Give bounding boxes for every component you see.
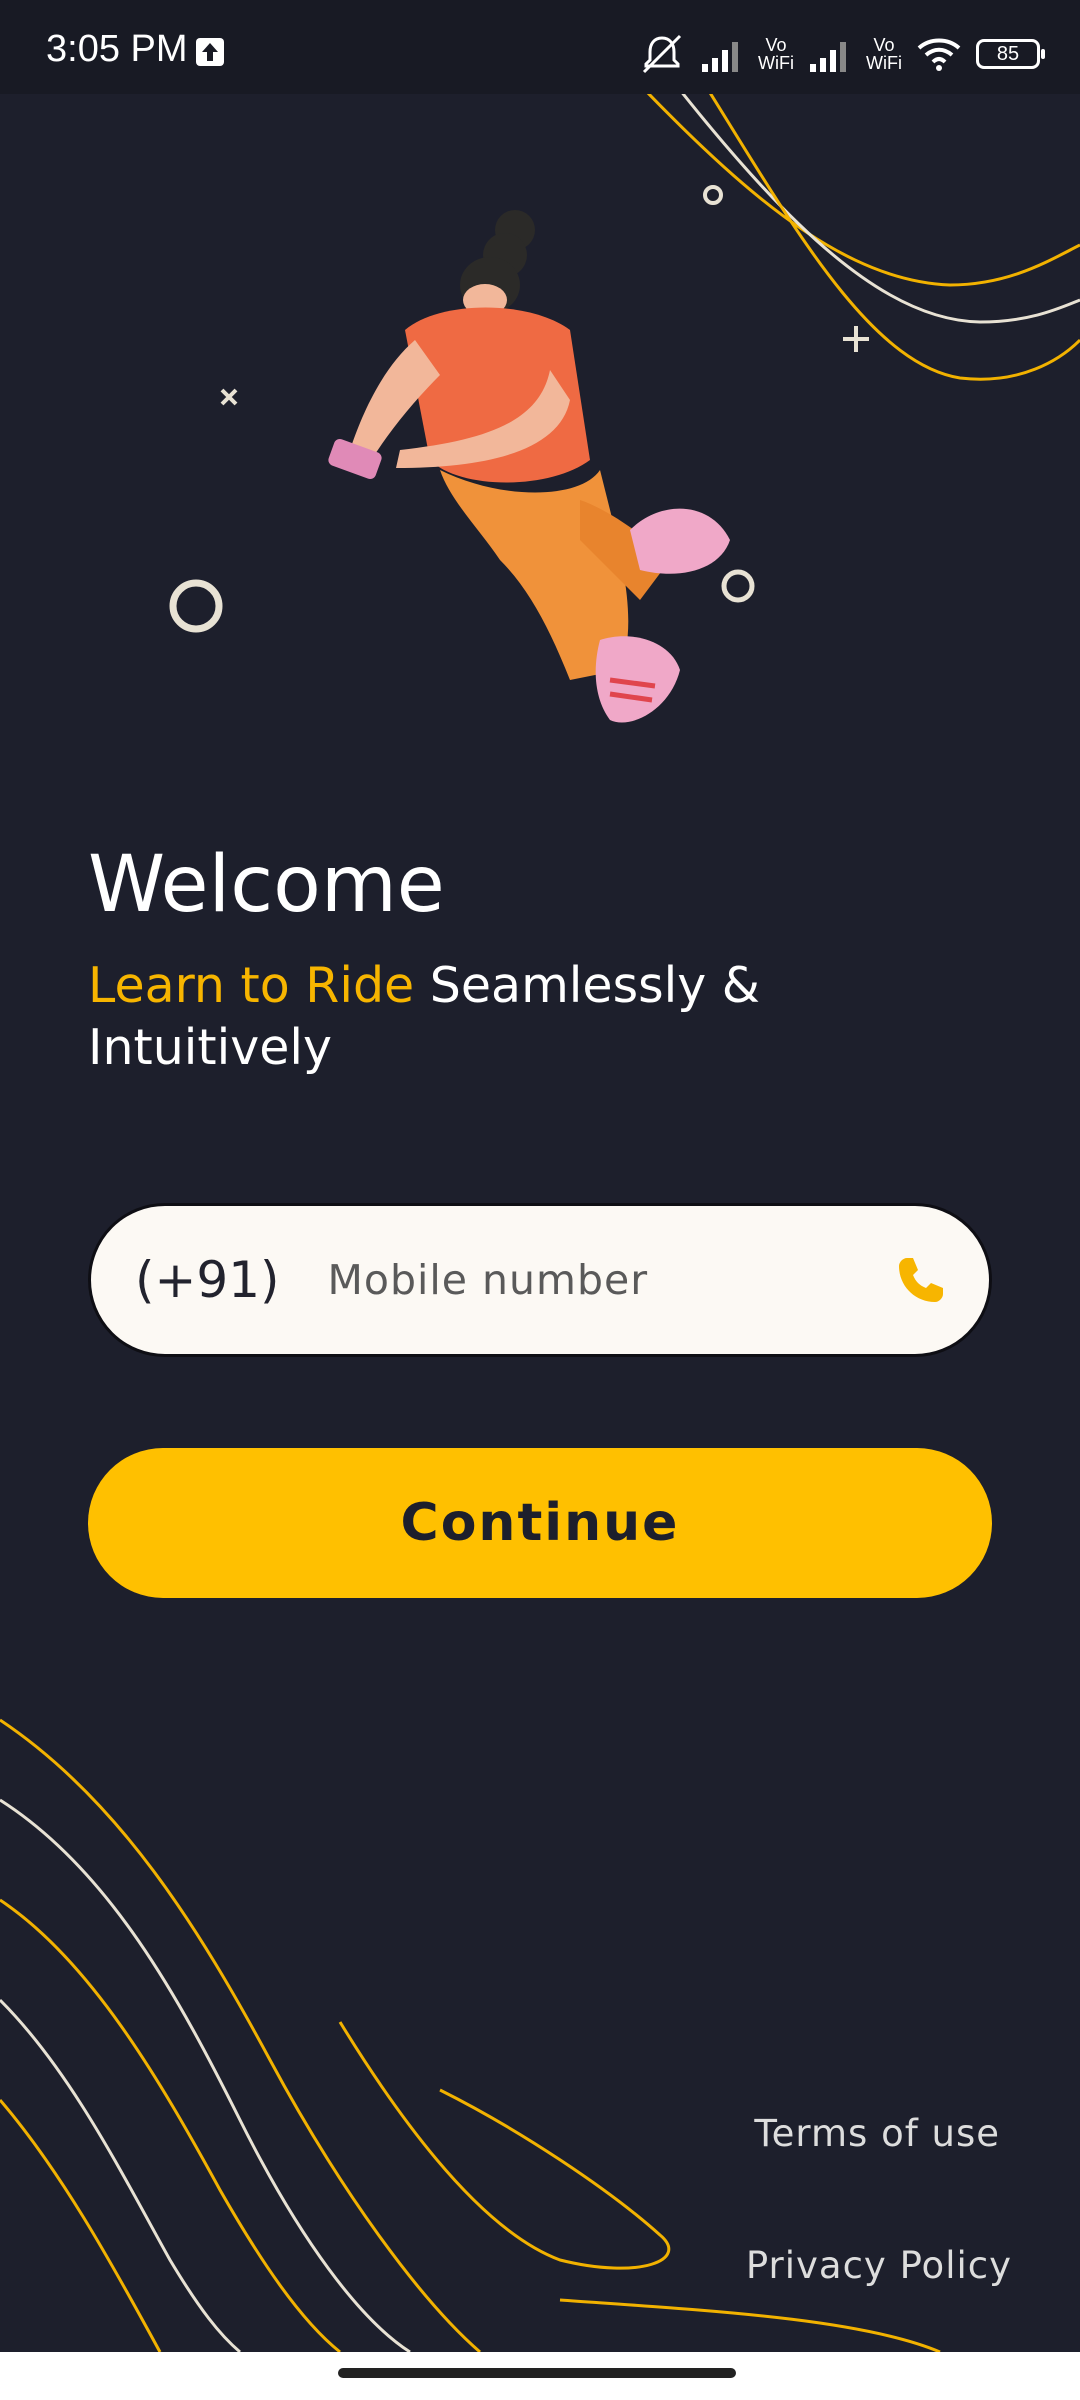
upload-notification-icon	[196, 38, 224, 66]
signal-icon-1	[702, 42, 739, 72]
tagline: Learn to Ride Seamlessly & Intuitively	[88, 955, 988, 1079]
wifi-icon	[917, 38, 961, 71]
status-time: 3:05 PM	[46, 28, 188, 70]
country-code[interactable]: (+91)	[135, 1251, 280, 1309]
signal-icon-2	[810, 42, 847, 72]
welcome-title: Welcome	[88, 840, 445, 930]
vowifi-label-1: Vo WiFi	[758, 35, 795, 73]
phone-icon	[899, 1258, 943, 1302]
continue-button[interactable]: Continue	[88, 1448, 992, 1598]
status-bar: 3:05 PM Vo WiFi Vo WiFi 85	[0, 0, 1080, 94]
vowifi-label-2: Vo WiFi	[866, 35, 902, 73]
tagline-highlight: Learn to Ride	[88, 957, 415, 1014]
mobile-number-field[interactable]: (+91)	[88, 1203, 992, 1357]
terms-of-use-link[interactable]: Terms of use	[754, 2112, 1000, 2155]
home-indicator[interactable]	[338, 2368, 736, 2378]
mute-icon	[642, 34, 682, 74]
status-icons: Vo WiFi Vo WiFi 85	[638, 24, 1045, 84]
navigation-bar	[0, 2352, 1080, 2400]
mobile-number-input[interactable]	[325, 1255, 893, 1305]
hero-illustration	[328, 210, 755, 723]
privacy-policy-link[interactable]: Privacy Policy	[746, 2244, 1012, 2287]
battery-indicator: 85	[976, 39, 1045, 69]
